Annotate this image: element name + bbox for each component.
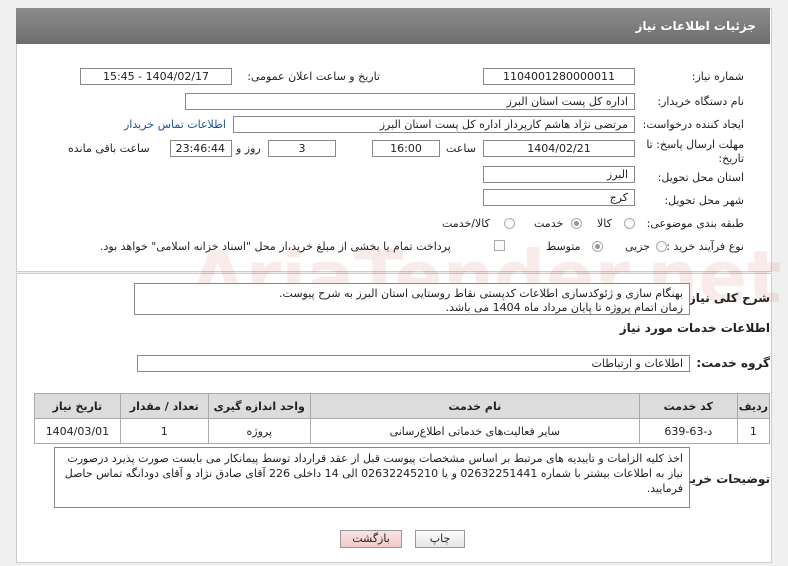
services-section-title: اطلاعات خدمات مورد نیاز — [619, 321, 770, 335]
buyer-label: نام دستگاه خریدار: — [657, 95, 744, 108]
cell-need-date: 1404/03/01 — [34, 418, 121, 444]
table-header-row: ردیف کد خدمت نام خدمت واحد اندازه گیری ت… — [34, 393, 771, 419]
buyer-contact-link[interactable]: اطلاعات تماس خریدار — [124, 118, 226, 131]
time-label: ساعت — [446, 142, 476, 155]
buyer-field[interactable]: اداره کل پست استان البرز — [185, 93, 635, 110]
creator-label: ایجاد کننده درخواست: — [642, 118, 744, 131]
col-quantity: تعداد / مقدار — [119, 393, 209, 419]
cell-quantity: 1 — [119, 418, 209, 444]
announce-field[interactable]: 1404/02/17 - 15:45 — [80, 68, 232, 85]
category-option-goods: کالا — [597, 217, 612, 230]
description-textarea[interactable]: بهنگام سازی و ژئوکدسازی اطلاعات کدپستی ن… — [134, 283, 690, 315]
description-label: شرح کلی نیاز: — [684, 291, 770, 305]
city-label: شهر محل تحویل: — [664, 194, 744, 207]
announce-label: تاریخ و ساعت اعلان عمومی: — [247, 70, 380, 83]
city-field[interactable]: کرج — [483, 189, 635, 206]
cell-row: 1 — [736, 418, 771, 444]
category-radio-goods[interactable] — [624, 218, 635, 229]
service-group-label: گروه خدمت: — [696, 356, 770, 370]
remaining-label: ساعت باقی مانده — [68, 142, 150, 155]
days-field[interactable]: 3 — [268, 140, 336, 157]
col-row: ردیف — [736, 393, 771, 419]
col-unit: واحد اندازه گیری — [207, 393, 311, 419]
need-number-field[interactable]: 1104001280000011 — [483, 68, 635, 85]
page-title: جزئیات اطلاعات نیاز — [635, 19, 756, 33]
page-header: جزئیات اطلاعات نیاز — [16, 8, 770, 44]
category-radio-service[interactable] — [571, 218, 582, 229]
print-button[interactable]: چاپ — [415, 530, 465, 548]
category-option-service: خدمت — [534, 217, 564, 230]
col-need-date: تاریخ نیاز — [34, 393, 121, 419]
remaining-time-field[interactable]: 23:46:44 — [170, 140, 232, 157]
service-group-field[interactable]: اطلاعات و ارتباطات — [137, 355, 690, 372]
description-line-2: زمان اتمام پروژه تا پایان مرداد ماه 1404… — [445, 301, 683, 314]
deadline-date-field[interactable]: 1404/02/21 — [483, 140, 635, 157]
description-line-1: بهنگام سازی و ژئوکدسازی اطلاعات کدپستی ن… — [279, 287, 683, 300]
category-label: طبقه بندی موضوعی: — [646, 217, 744, 230]
services-table: ردیف کد خدمت نام خدمت واحد اندازه گیری ت… — [34, 393, 771, 444]
category-radio-goods-service[interactable] — [504, 218, 515, 229]
col-service-name: نام خدمت — [309, 393, 640, 419]
province-field[interactable]: البرز — [483, 166, 635, 183]
col-service-code: کد خدمت — [638, 393, 738, 419]
deadline-label: مهلت ارسال پاسخ: تا تاریخ: — [646, 138, 744, 165]
province-label: استان محل تحویل: — [657, 171, 744, 184]
creator-field[interactable]: مرتضی نژاد هاشم کارپرداز اداره کل پست اس… — [233, 116, 635, 133]
buyer-notes-textarea[interactable]: اخذ کلیه الزامات و تاییدیه های مرتبط بر … — [54, 447, 690, 508]
days-label: روز و — [236, 142, 261, 155]
table-row[interactable]: 1 د-63-639 سایر فعالیت‌های خدماتی اطلاع‌… — [34, 418, 771, 444]
deadline-time-field[interactable]: 16:00 — [372, 140, 440, 157]
back-button[interactable]: بازگشت — [340, 530, 402, 548]
cell-unit: پروژه — [207, 418, 311, 444]
cell-service-name: سایر فعالیت‌های خدماتی اطلاع‌رسانی — [309, 418, 640, 444]
need-number-label: شماره نیاز: — [691, 70, 744, 83]
category-option-goods-service: کالا/خدمت — [442, 217, 490, 230]
cell-service-code: د-63-639 — [638, 418, 738, 444]
